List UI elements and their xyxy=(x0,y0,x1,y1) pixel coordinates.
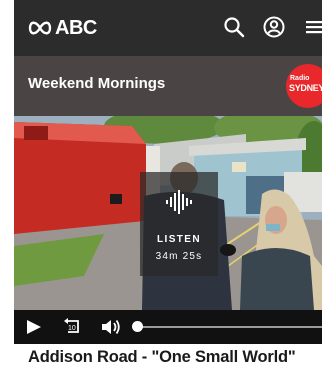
listen-label: LISTEN xyxy=(157,234,201,245)
listen-button[interactable]: LISTEN 34m 25s xyxy=(140,172,218,276)
menu-icon[interactable] xyxy=(304,16,322,38)
svg-text:10: 10 xyxy=(68,325,76,332)
search-icon[interactable] xyxy=(223,16,245,38)
duration-label: 34m 25s xyxy=(155,251,203,262)
account-icon[interactable] xyxy=(263,16,285,38)
episode-media[interactable]: LISTEN 34m 25s xyxy=(14,116,322,310)
abc-logo[interactable]: ABC xyxy=(28,16,97,40)
app-frame: ABC Weekend Mornings Radio SYDNEY LISTEN… xyxy=(14,0,322,379)
station-badge-line2: SYDNEY xyxy=(289,83,322,93)
replay-10-button[interactable]: 10 xyxy=(62,317,82,337)
volume-icon[interactable] xyxy=(101,318,121,336)
station-badge-line1: Radio xyxy=(290,75,310,82)
play-button[interactable] xyxy=(26,319,42,335)
episode-title[interactable]: Addison Road - "One Small World" xyxy=(28,348,296,367)
abc-lissajous-icon xyxy=(28,21,52,35)
seek-handle[interactable] xyxy=(132,321,143,332)
top-navigation: ABC xyxy=(14,0,322,56)
waveform-icon xyxy=(166,190,192,214)
player-controls: 10 xyxy=(14,310,322,344)
logo-text: ABC xyxy=(55,17,97,39)
seek-bar[interactable] xyxy=(138,326,322,328)
station-badge[interactable]: Radio SYDNEY xyxy=(286,64,322,108)
program-title[interactable]: Weekend Mornings xyxy=(28,75,165,92)
program-bar: Weekend Mornings Radio SYDNEY xyxy=(14,56,322,116)
